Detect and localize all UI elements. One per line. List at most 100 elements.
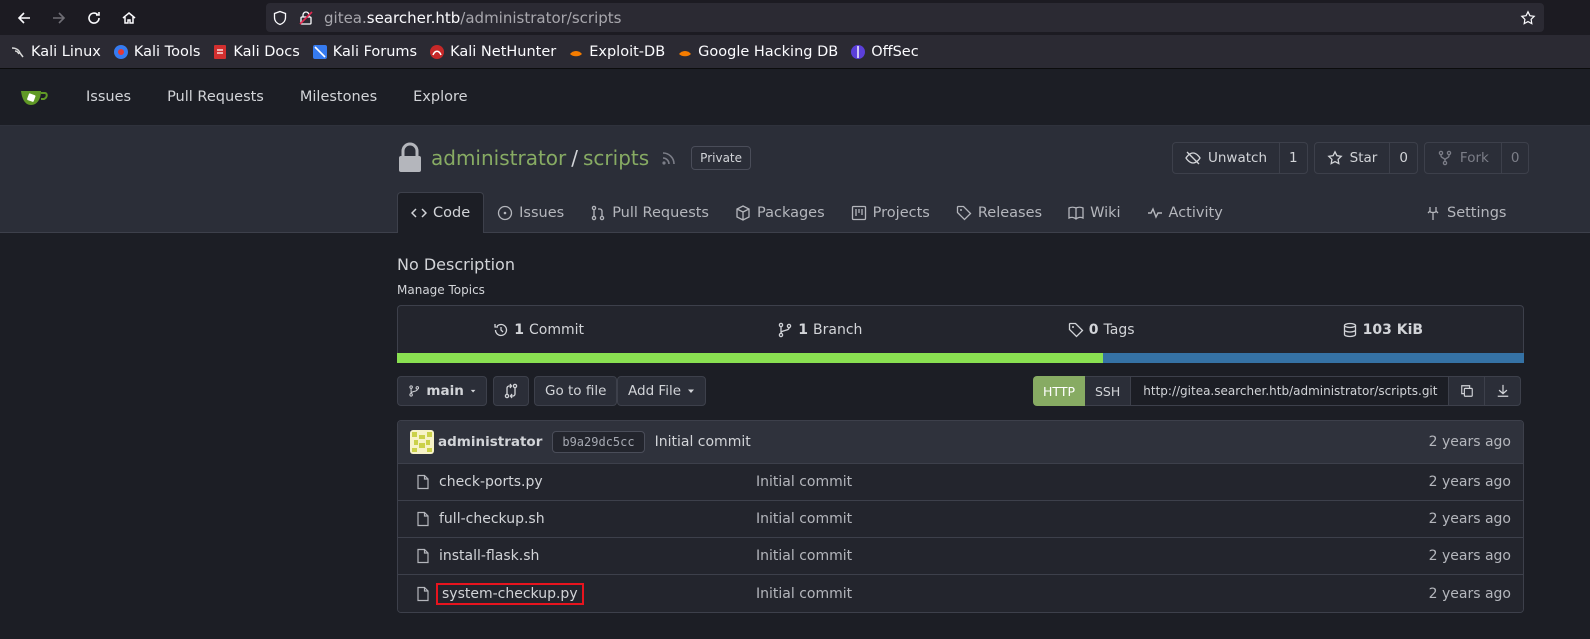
- back-button[interactable]: [6, 0, 41, 35]
- repo-header: administrator / scripts Private Unwatch …: [0, 126, 1590, 233]
- gitea-navbar: Issues Pull Requests Milestones Explore: [0, 69, 1590, 126]
- branch-selector[interactable]: main: [397, 376, 487, 406]
- go-to-file-button[interactable]: Go to file: [534, 376, 618, 406]
- commit-author[interactable]: administrator: [438, 434, 542, 450]
- nav-pull-requests[interactable]: Pull Requests: [167, 89, 264, 105]
- bookmark-kali-forums[interactable]: Kali Forums: [312, 44, 417, 60]
- star-bookmark-icon[interactable]: [1520, 9, 1536, 26]
- add-file-dropdown[interactable]: Add File: [617, 376, 707, 406]
- bookmark-kali-nethunter[interactable]: Kali NetHunter: [429, 44, 556, 60]
- file-commit-time: 2 years ago: [1428, 511, 1511, 527]
- repo-title: administrator / scripts Private: [397, 142, 752, 174]
- browser-toolbar: gitea.searcher.htb/administrator/scripts: [0, 0, 1590, 35]
- star-button[interactable]: Star: [1315, 143, 1391, 173]
- repo-name-link[interactable]: scripts: [583, 146, 649, 170]
- gitea-logo-icon[interactable]: [20, 85, 50, 109]
- file-commit-message[interactable]: Initial commit: [756, 511, 852, 527]
- latest-commit-row: administrator b9a29dc5cc Initial commit …: [398, 421, 1523, 464]
- file-name[interactable]: check-ports.py: [439, 474, 543, 490]
- forward-button[interactable]: [41, 0, 76, 35]
- reload-button[interactable]: [76, 0, 111, 35]
- file-commit-message[interactable]: Initial commit: [756, 548, 852, 564]
- file-icon: [417, 511, 429, 527]
- copy-url-button[interactable]: [1449, 376, 1486, 406]
- project-icon: [851, 205, 866, 220]
- tag-icon: [1068, 322, 1084, 337]
- tab-projects[interactable]: Projects: [838, 192, 943, 233]
- watch-count[interactable]: 1: [1280, 143, 1307, 173]
- file-name-highlighted[interactable]: system-checkup.py: [436, 582, 584, 605]
- tags-stat[interactable]: 0 Tags: [961, 306, 1242, 353]
- repo-forked-icon: [1438, 150, 1452, 166]
- manage-topics-link[interactable]: Manage Topics: [397, 283, 485, 297]
- file-commit-message[interactable]: Initial commit: [756, 586, 852, 602]
- commit-message[interactable]: Initial commit: [655, 434, 751, 450]
- file-name[interactable]: full-checkup.sh: [439, 511, 545, 527]
- git-pull-request-icon: [591, 205, 605, 220]
- file-row[interactable]: install-flask.sh Initial commit 2 years …: [398, 538, 1523, 575]
- file-row[interactable]: system-checkup.py Initial commit 2 years…: [398, 575, 1523, 612]
- tab-activity[interactable]: Activity: [1134, 192, 1236, 233]
- book-icon: [1068, 206, 1084, 220]
- star-button-group: Star 0: [1313, 142, 1418, 174]
- private-badge: Private: [691, 146, 752, 170]
- tab-issues[interactable]: Issues: [484, 192, 577, 233]
- size-stat: 103 KiB: [1242, 306, 1523, 353]
- rss-icon[interactable]: [661, 150, 677, 166]
- package-icon: [736, 204, 750, 221]
- tab-packages[interactable]: Packages: [722, 192, 838, 233]
- tab-code[interactable]: Code: [397, 192, 485, 233]
- nav-milestones[interactable]: Milestones: [300, 89, 377, 105]
- tools-icon: [1427, 206, 1439, 220]
- nav-issues[interactable]: Issues: [86, 89, 131, 105]
- tab-releases[interactable]: Releases: [943, 192, 1055, 233]
- tab-pull-requests[interactable]: Pull Requests: [577, 192, 722, 233]
- shield-icon[interactable]: [272, 10, 288, 26]
- file-commit-time: 2 years ago: [1428, 585, 1511, 602]
- nav-explore[interactable]: Explore: [413, 89, 467, 105]
- issue-opened-icon: [497, 205, 513, 220]
- file-commit-message[interactable]: Initial commit: [756, 474, 852, 490]
- arrow-left-icon: [17, 11, 30, 24]
- star-count[interactable]: 0: [1390, 143, 1417, 173]
- bookmark-ghdb[interactable]: Google Hacking DB: [677, 44, 838, 60]
- repo-owner-link[interactable]: administrator: [431, 146, 566, 170]
- clone-url-input[interactable]: http://gitea.searcher.htb/administrator/…: [1131, 376, 1450, 406]
- language-stats-bar[interactable]: [397, 353, 1524, 363]
- bookmark-kali-linux[interactable]: Kali Linux: [10, 44, 101, 60]
- unwatch-button-group: Unwatch 1: [1172, 142, 1308, 174]
- file-row[interactable]: full-checkup.sh Initial commit 2 years a…: [398, 501, 1523, 538]
- compare-button[interactable]: [493, 376, 529, 406]
- pulse-icon: [1147, 206, 1162, 219]
- copy-icon: [1460, 385, 1473, 397]
- clone-ssh-button[interactable]: SSH: [1085, 376, 1132, 406]
- clone-http-button[interactable]: HTTP: [1033, 376, 1085, 406]
- commits-stat[interactable]: 1 Commit: [398, 306, 679, 353]
- file-icon: [417, 474, 429, 490]
- home-button[interactable]: [111, 0, 146, 35]
- bookmark-kali-docs[interactable]: Kali Docs: [212, 44, 300, 60]
- bookmark-kali-tools[interactable]: Kali Tools: [113, 44, 200, 60]
- url-text: gitea.searcher.htb/administrator/scripts: [324, 8, 622, 27]
- avatar[interactable]: [410, 430, 434, 454]
- tab-wiki[interactable]: Wiki: [1055, 192, 1133, 233]
- git-branch-icon: [409, 385, 420, 397]
- commit-sha[interactable]: b9a29dc5cc: [552, 431, 645, 453]
- insecure-lock-icon[interactable]: [298, 10, 314, 26]
- file-table: administrator b9a29dc5cc Initial commit …: [397, 420, 1524, 613]
- branches-stat[interactable]: 1 Branch: [679, 306, 960, 353]
- file-row[interactable]: check-ports.py Initial commit 2 years ag…: [398, 464, 1523, 501]
- unwatch-button[interactable]: Unwatch: [1173, 143, 1281, 173]
- language-segment: [397, 353, 1103, 363]
- star-icon: [1327, 150, 1343, 165]
- bookmark-offsec[interactable]: OffSec: [850, 44, 919, 60]
- download-button[interactable]: [1485, 376, 1522, 406]
- bookmark-exploit-db[interactable]: Exploit-DB: [568, 44, 665, 60]
- file-name[interactable]: install-flask.sh: [439, 548, 539, 564]
- kali-dragon-icon: [11, 46, 24, 57]
- tab-settings[interactable]: Settings: [1425, 192, 1506, 233]
- fork-button[interactable]: Fork: [1425, 143, 1502, 173]
- address-bar[interactable]: gitea.searcher.htb/administrator/scripts: [266, 3, 1544, 32]
- exploit-db-icon: [570, 50, 583, 56]
- fork-count[interactable]: 0: [1502, 143, 1529, 173]
